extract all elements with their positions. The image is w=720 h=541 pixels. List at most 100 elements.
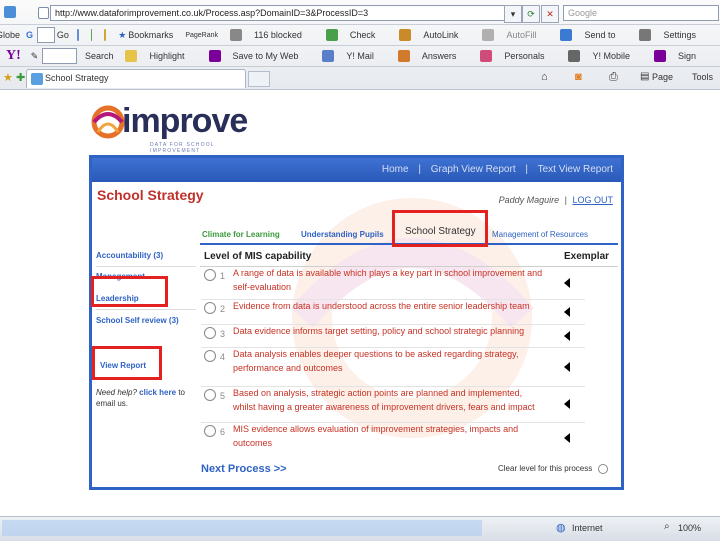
yahoo-search-button[interactable]: Search [85, 51, 114, 61]
exemplar-arrow-icon[interactable] [564, 306, 570, 317]
capability-row[interactable]: 3 Data evidence informs target setting, p… [201, 324, 585, 348]
level-number: 6 [220, 427, 226, 437]
toolbar-icon-2[interactable] [90, 29, 93, 41]
mail-label: Y! Mail [346, 51, 374, 61]
user-name: Paddy Maguire [498, 195, 560, 205]
capability-row[interactable]: 5 Based on analysis, strategic action poi… [201, 386, 585, 423]
personals-label: Personals [504, 51, 545, 61]
criterion-line: self-evaluation [233, 282, 292, 292]
add-favorites-icon[interactable]: ✚ [16, 71, 25, 84]
page-menu-icon[interactable]: ▤ [640, 71, 649, 82]
sign-in-icon [653, 50, 666, 62]
exemplar-arrow-icon[interactable] [564, 330, 570, 341]
level-number: 2 [220, 304, 226, 314]
highlight-icon [125, 50, 138, 62]
settings-button[interactable]: Settings [639, 29, 708, 41]
clear-level-radio[interactable] [597, 464, 608, 474]
criterion-line: A range of data is available which plays… [233, 268, 543, 278]
toolbar-icon-1[interactable] [76, 29, 79, 41]
capability-row[interactable]: 6 MIS evidence allows evaluation of impro… [201, 422, 585, 454]
tab-school-strategy[interactable]: School Strategy [26, 69, 246, 88]
mail-button[interactable]: Y! Mail [322, 50, 386, 62]
user-separator: | [564, 195, 567, 205]
save-plus-icon [208, 50, 221, 62]
favorites-star-icon[interactable]: ★ [3, 71, 13, 84]
yahoo-logo-icon[interactable]: Y! [6, 48, 21, 64]
stop-icon[interactable]: ✕ [541, 5, 559, 23]
page-icon [38, 7, 49, 19]
personals-button[interactable]: Personals [480, 50, 556, 62]
check-button[interactable]: Check [325, 29, 388, 41]
save-label: Save to My Web [232, 51, 299, 61]
level-radio[interactable] [204, 269, 216, 281]
search-input[interactable]: Google [563, 5, 719, 21]
level-criterion: Based on analysis, strategic action poin… [233, 386, 559, 414]
page-title: School Strategy [97, 187, 204, 203]
autolink-button[interactable]: AutoLink [399, 29, 470, 41]
capability-row[interactable]: 4 Data analysis enables deeper questions … [201, 347, 585, 387]
capability-row[interactable]: 2 Evidence from data is understood across… [201, 299, 585, 325]
level-number: 1 [220, 271, 226, 281]
tab-page-icon [31, 73, 43, 85]
help-link[interactable]: click here [139, 388, 176, 397]
highlight-button[interactable]: Highlight [125, 50, 196, 62]
level-radio[interactable] [204, 425, 216, 437]
toolbar-search-input[interactable] [37, 27, 55, 43]
zoom-icon[interactable]: ⌕ [664, 521, 670, 532]
help-text: Need help? click here to email us. [96, 387, 196, 409]
level-radio[interactable] [204, 389, 216, 401]
sidebar-item-accountability[interactable]: Accountability (3) [96, 251, 196, 267]
address-input[interactable]: http://www.dataforimprovement.co.uk/Proc… [50, 5, 522, 21]
sidebar-item-self-review[interactable]: School Self review (3) [96, 316, 179, 325]
nav-separator: | [418, 164, 421, 175]
exemplar-arrow-icon[interactable] [564, 399, 570, 409]
sign-in-button[interactable]: Sign [653, 50, 708, 62]
exemplar-arrow-icon[interactable] [564, 433, 570, 443]
exemplar-arrow-icon[interactable] [564, 277, 570, 288]
globe-icon: ◍ [556, 522, 566, 534]
zoom-level[interactable]: 100% [678, 523, 701, 533]
answers-button[interactable]: Answers [397, 50, 469, 62]
go-button[interactable]: Go [57, 30, 69, 40]
bookmarks-star-icon[interactable]: ★ [118, 30, 126, 41]
top-nav: Home | Graph View Report | Text View Rep… [382, 164, 613, 175]
tab-understanding-pupils[interactable]: Understanding Pupils [301, 230, 384, 239]
mobile-button[interactable]: Y! Mobile [568, 50, 642, 62]
level-criterion: MIS evidence allows evaluation of improv… [233, 422, 559, 450]
nav-home-link[interactable]: Home [382, 164, 409, 175]
logout-link[interactable]: LOG OUT [572, 195, 613, 205]
page-menu[interactable]: Page [652, 72, 673, 82]
clear-level-link[interactable]: Clear level for this process [498, 464, 608, 474]
autofill-label: AutoFill [506, 30, 537, 40]
improve-logo[interactable]: improve DATA FOR SCHOOL IMPROVEMENT [88, 96, 258, 154]
level-radio[interactable] [204, 302, 216, 314]
autolink-label: AutoLink [423, 30, 459, 40]
autofill-button[interactable]: AutoFill [482, 29, 548, 41]
tab-management-of-resources[interactable]: Management of Resources [492, 230, 588, 239]
tab-climate-for-learning[interactable]: Climate for Learning [202, 230, 280, 239]
feeds-icon[interactable]: ◙ [575, 71, 582, 83]
save-to-my-web-button[interactable]: Save to My Web [208, 50, 311, 62]
capability-row[interactable]: 1 A range of data is available which play… [201, 266, 585, 300]
nav-graph-view-link[interactable]: Graph View Report [431, 164, 516, 175]
address-dropdown-button[interactable]: ▾ [504, 5, 522, 23]
toolbar-icon-3[interactable] [104, 29, 107, 41]
new-tab-button[interactable] [248, 71, 270, 87]
criterion-line: MIS evidence allows evaluation of improv… [233, 424, 519, 434]
blocked-button[interactable]: 116 blocked [230, 29, 314, 41]
level-radio[interactable] [204, 327, 216, 339]
tools-menu[interactable]: Tools [692, 72, 713, 82]
pencil-icon[interactable]: ✎ [31, 51, 39, 62]
yahoo-search-input[interactable] [42, 48, 77, 64]
wrench-icon [639, 29, 652, 41]
level-criterion: Data analysis enables deeper questions t… [233, 347, 559, 375]
next-process-link[interactable]: Next Process >> [201, 463, 287, 475]
print-icon[interactable]: ⎙ [609, 71, 618, 84]
home-icon[interactable]: ⌂ [541, 71, 548, 83]
nav-text-view-link[interactable]: Text View Report [538, 164, 613, 175]
refresh-icon[interactable]: ⟳ [522, 5, 540, 23]
send-to-button[interactable]: Send to [560, 29, 627, 41]
level-radio[interactable] [204, 350, 216, 362]
bookmarks-button[interactable]: Bookmarks [128, 30, 173, 40]
exemplar-arrow-icon[interactable] [564, 361, 570, 372]
